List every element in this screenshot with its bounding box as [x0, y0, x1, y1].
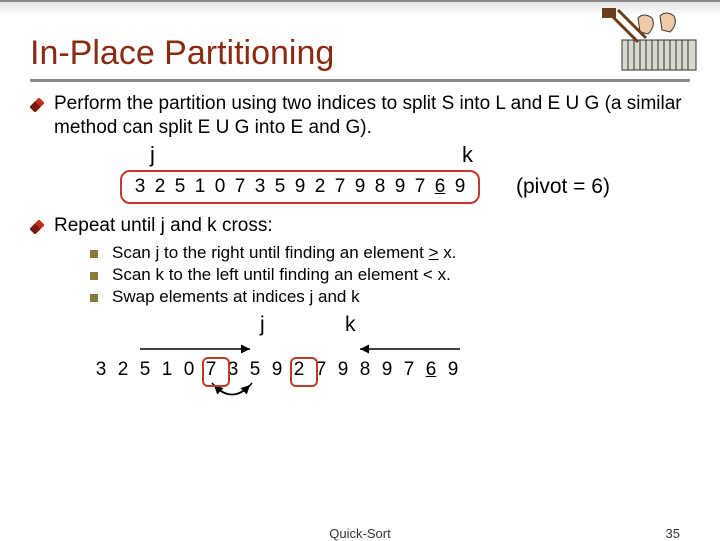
jk-arrows — [120, 339, 690, 359]
bullet-2-text: Repeat until j and k cross: — [54, 214, 273, 238]
slide-title: In-Place Partitioning — [30, 34, 690, 82]
sub-bullet-3-text: Swap elements at indices j and k — [112, 287, 360, 307]
jk-labels-1: j k — [150, 142, 690, 168]
sub-bullet-1: Scan j to the right until finding an ele… — [90, 243, 690, 263]
bullet-1: Perform the partition using two indices … — [30, 92, 690, 140]
j-label-2: j — [260, 313, 265, 337]
bullet-2: Repeat until j and k cross: — [30, 214, 690, 238]
highlight-j — [202, 357, 230, 387]
highlight-k — [290, 357, 318, 387]
array-1: 32510735927989769 — [120, 170, 480, 204]
pivot-note: (pivot = 6) — [516, 175, 610, 199]
k-label-1: k — [462, 142, 473, 168]
array-row-1: 32510735927989769 (pivot = 6) — [120, 170, 690, 204]
j-label-1: j — [150, 142, 155, 168]
sub-bullet-2-text: Scan k to the left until finding an elem… — [112, 265, 451, 285]
sub-bullet-3: Swap elements at indices j and k — [90, 287, 690, 307]
array-2: 32510735927989769 — [90, 359, 690, 381]
square-bullet-icon — [90, 250, 98, 258]
diamond-bullet-icon — [30, 98, 44, 112]
array-row-2: 32510735927989769 — [90, 359, 690, 381]
bullet-1-text: Perform the partition using two indices … — [54, 92, 690, 140]
corner-illustration — [594, 6, 704, 78]
square-bullet-icon — [90, 294, 98, 302]
footer-page-number: 35 — [666, 526, 680, 541]
square-bullet-icon — [90, 272, 98, 280]
sub-bullet-2: Scan k to the left until finding an elem… — [90, 265, 690, 285]
footer-center: Quick-Sort — [329, 526, 390, 541]
swap-arc — [90, 381, 690, 414]
jk-labels-2: j k — [120, 313, 690, 339]
sub-bullet-1-text: Scan j to the right until finding an ele… — [112, 243, 456, 263]
diamond-bullet-icon — [30, 220, 44, 234]
k-label-2: k — [345, 313, 356, 337]
